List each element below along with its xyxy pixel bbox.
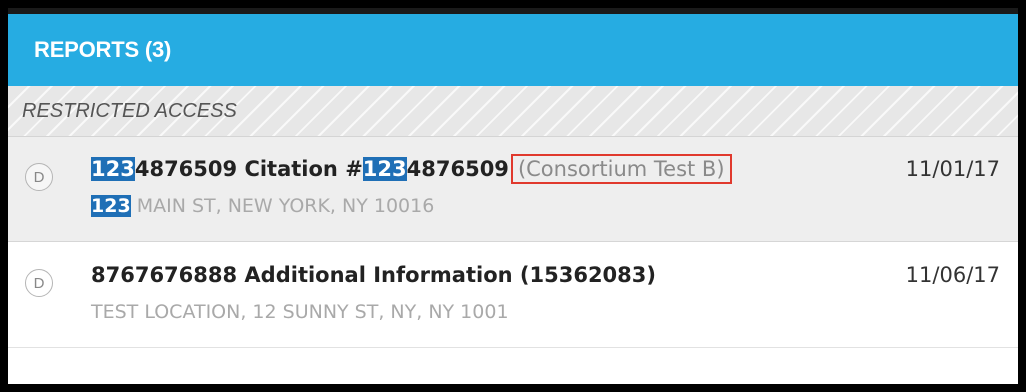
search-highlight: 123 <box>91 195 131 217</box>
citation-rest: 4876509 <box>406 157 509 181</box>
address-rest: MAIN ST, NEW YORK, NY 10016 <box>130 195 435 217</box>
report-date: 11/01/17 <box>905 157 1000 181</box>
organization-label: (Consortium Test B) <box>510 154 732 184</box>
search-highlight: 123 <box>91 157 135 181</box>
report-date: 11/06/17 <box>905 263 1000 287</box>
reports-header[interactable]: REPORTS (3) <box>8 14 1018 86</box>
report-address: TEST LOCATION, 12 SUNNY ST, NY, NY 1001 <box>91 301 509 323</box>
citation-prefix: Citation # <box>237 157 363 181</box>
report-address: 123 MAIN ST, NEW YORK, NY 10016 <box>91 195 434 217</box>
restricted-access-section: RESTRICTED ACCESS <box>8 86 1018 137</box>
report-id-rest: 4876509 <box>134 157 238 181</box>
report-title[interactable]: 1234876509 Citation #1234876509 (Consorti… <box>91 154 732 184</box>
type-badge-icon: D <box>25 269 53 297</box>
section-label: RESTRICTED ACCESS <box>22 99 237 122</box>
reports-panel: REPORTS (3) RESTRICTED ACCESS D 12348765… <box>8 8 1018 384</box>
type-badge-icon: D <box>25 163 53 191</box>
report-row[interactable]: D 8767676888 Additional Information (153… <box>8 243 1018 348</box>
search-highlight: 123 <box>362 157 407 181</box>
report-title[interactable]: 8767676888 Additional Information (15362… <box>91 263 656 287</box>
reports-title: REPORTS (3) <box>34 37 172 62</box>
report-row[interactable]: D 1234876509 Citation #1234876509 (Consor… <box>8 137 1018 242</box>
